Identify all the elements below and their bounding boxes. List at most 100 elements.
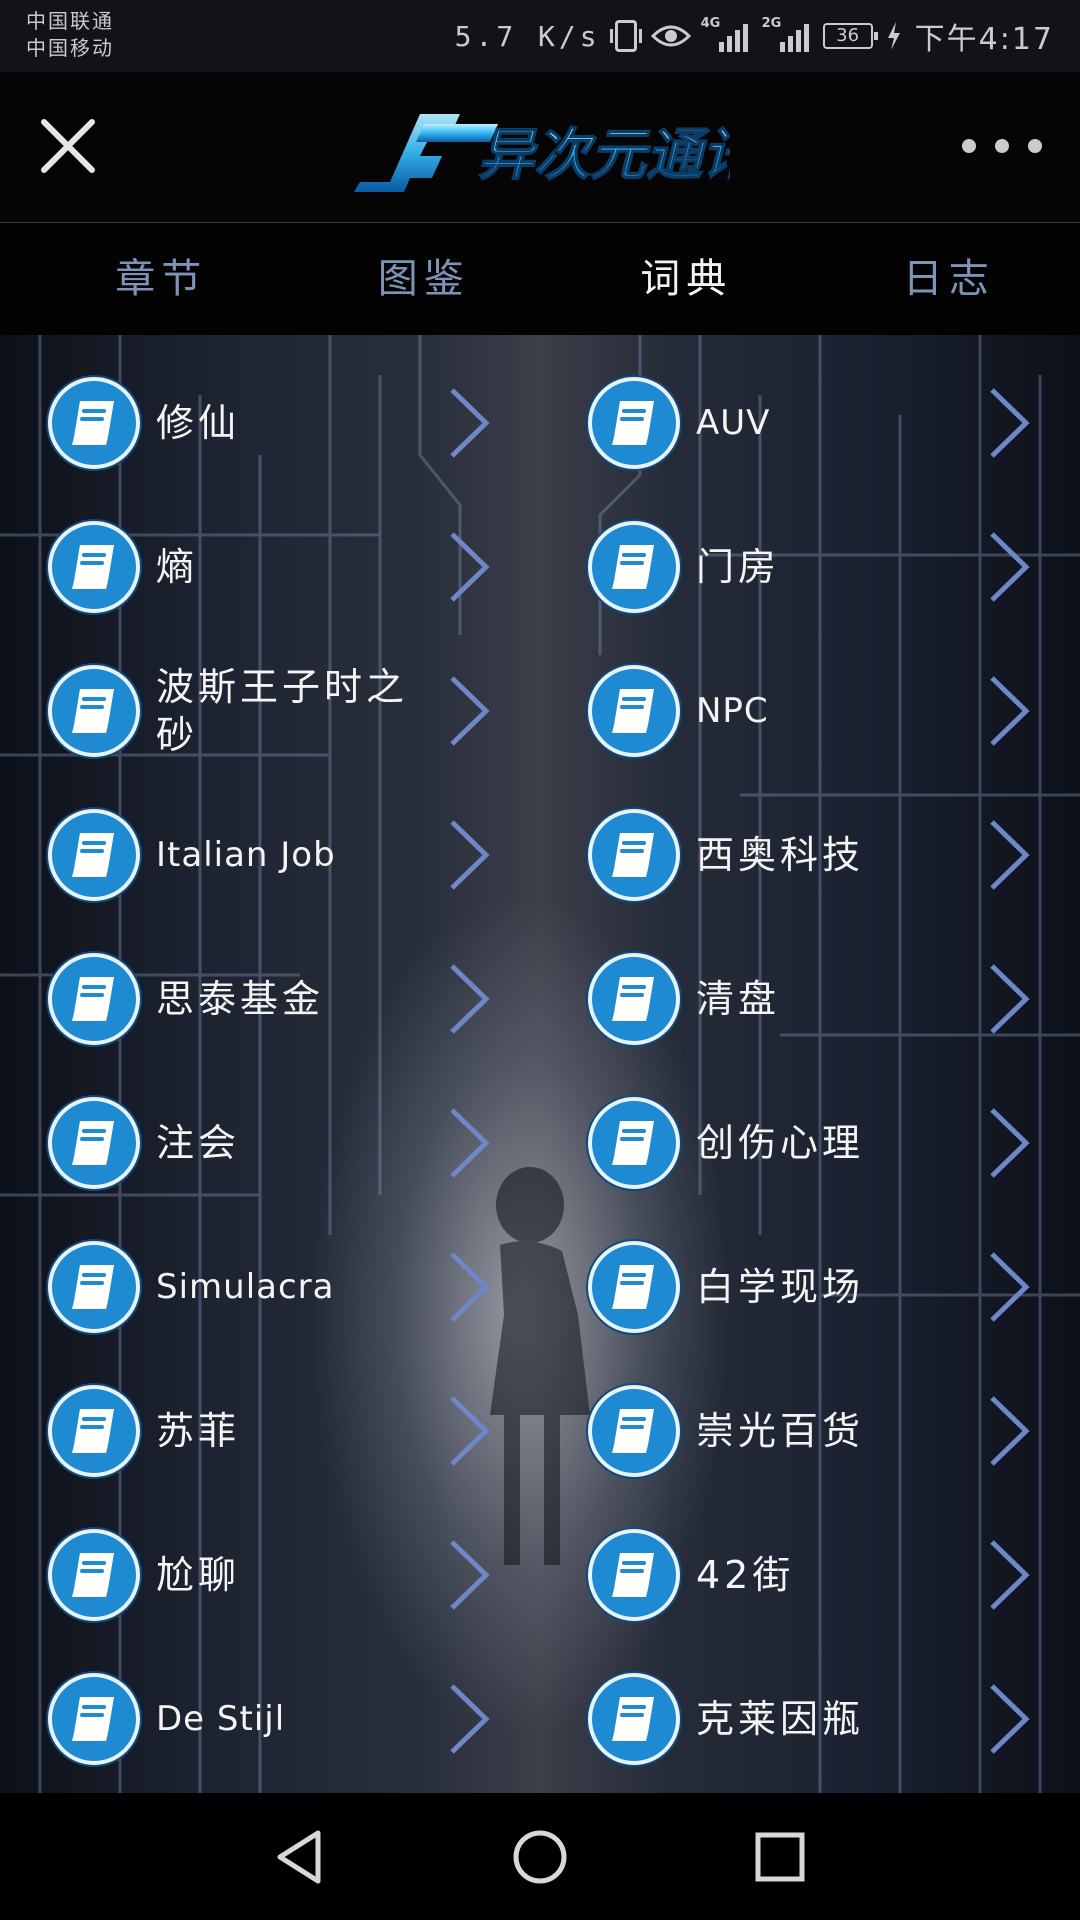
carrier-2: 中国移动 [26, 36, 114, 60]
chevron-right-icon [450, 532, 490, 602]
recents-icon[interactable] [748, 1825, 812, 1889]
back-icon[interactable] [268, 1825, 332, 1889]
book-icon [588, 521, 680, 613]
entry-label: 创伤心理 [696, 1121, 865, 1165]
tab-gallery[interactable]: 图鉴 [293, 223, 556, 335]
entry-label: NPC [696, 691, 769, 731]
entry-label: 苏菲 [156, 1409, 241, 1453]
book-icon [48, 1385, 140, 1477]
tab-dictionary[interactable]: 词典 [555, 223, 818, 335]
logo-text: 异次元通讯 [478, 123, 730, 188]
more-options-icon[interactable] [962, 130, 1042, 162]
entry-item[interactable]: 白学现场 [588, 1232, 1080, 1342]
chevron-right-icon [990, 820, 1030, 890]
chevron-right-icon [990, 1396, 1030, 1466]
carrier-info: 中国联通 中国移动 [26, 8, 114, 62]
entry-item[interactable]: 波斯王子时之砂 [48, 656, 548, 766]
book-icon [588, 1385, 680, 1477]
entry-label: 克莱因瓶 [696, 1697, 865, 1741]
book-icon [48, 1673, 140, 1765]
entry-label: 尬聊 [156, 1553, 241, 1597]
entry-item[interactable]: 创伤心理 [588, 1088, 1080, 1198]
chevron-right-icon [450, 676, 490, 746]
entry-item[interactable]: 42街 [588, 1520, 1080, 1630]
book-icon [48, 521, 140, 613]
entry-label: 西奥科技 [696, 833, 865, 877]
book-icon [48, 809, 140, 901]
book-icon [588, 665, 680, 757]
entry-item[interactable]: Simulacra [48, 1232, 548, 1342]
entry-label: 波斯王子时之砂 [156, 665, 409, 757]
status-bar: 中国联通 中国移动 5.7 K/s 4G 2G 36 下午4:17 [0, 0, 1080, 72]
entry-item[interactable]: NPC [588, 656, 1080, 766]
dictionary-list[interactable]: 修仙 熵 波斯王子时之砂 Italian Job 思泰基金 注会 Simulac… [0, 335, 1080, 1793]
book-icon [48, 377, 140, 469]
entry-item[interactable]: Italian Job [48, 800, 548, 910]
net-speed: 5.7 K/s [454, 19, 601, 53]
entry-label: 门房 [696, 545, 781, 589]
book-icon [48, 665, 140, 757]
entry-label: Simulacra [156, 1267, 335, 1307]
entry-label: 熵 [156, 545, 199, 589]
entry-label: Italian Job [156, 835, 336, 875]
clock: 下午4:17 [914, 22, 1054, 57]
entry-label: 思泰基金 [156, 977, 325, 1021]
entry-item[interactable]: 克莱因瓶 [588, 1664, 1080, 1774]
entry-item[interactable]: 熵 [48, 512, 548, 622]
book-icon [588, 809, 680, 901]
entry-item[interactable]: AUV [588, 368, 1080, 478]
chevron-right-icon [990, 964, 1030, 1034]
entry-item[interactable]: 门房 [588, 512, 1080, 622]
entry-label: 崇光百货 [696, 1409, 865, 1453]
chevron-right-icon [990, 532, 1030, 602]
entry-item[interactable]: 清盘 [588, 944, 1080, 1054]
chevron-right-icon [450, 1396, 490, 1466]
tab-bar: 章节 图鉴 词典 日志 [0, 223, 1080, 335]
entry-item[interactable]: 尬聊 [48, 1520, 548, 1630]
entry-item[interactable]: 苏菲 [48, 1376, 548, 1486]
battery-icon: 36 [822, 23, 878, 49]
chevron-right-icon [990, 1252, 1030, 1322]
chevron-right-icon [990, 1540, 1030, 1610]
chevron-right-icon [450, 820, 490, 890]
entry-item[interactable]: 西奥科技 [588, 800, 1080, 910]
entry-item[interactable]: 思泰基金 [48, 944, 548, 1054]
book-icon [588, 1097, 680, 1189]
status-icons: 5.7 K/s 4G 2G 36 下午4:17 [455, 14, 1054, 58]
system-nav-bar [0, 1793, 1080, 1920]
close-icon[interactable] [36, 114, 100, 178]
entry-label: De Stijl [156, 1699, 286, 1739]
book-icon [588, 377, 680, 469]
book-icon [48, 1529, 140, 1621]
eye-icon [650, 25, 691, 47]
chevron-right-icon [450, 388, 490, 458]
entry-item[interactable]: 注会 [48, 1088, 548, 1198]
chevron-right-icon [450, 1540, 490, 1610]
tab-chapters[interactable]: 章节 [0, 223, 293, 335]
chevron-right-icon [450, 964, 490, 1034]
entry-item[interactable]: 崇光百货 [588, 1376, 1080, 1486]
book-icon [588, 953, 680, 1045]
entry-label: 注会 [156, 1121, 241, 1165]
entry-label: AUV [696, 403, 771, 443]
chevron-right-icon [990, 676, 1030, 746]
book-icon [48, 1241, 140, 1333]
chevron-right-icon [990, 1684, 1030, 1754]
carrier-1: 中国联通 [26, 9, 114, 33]
signal-icon-2: 2G [762, 16, 809, 52]
chevron-right-icon [450, 1252, 490, 1322]
tab-log[interactable]: 日志 [818, 223, 1080, 335]
chevron-right-icon [990, 388, 1030, 458]
entry-label: 清盘 [696, 977, 781, 1021]
app-logo: 异次元通讯 [354, 114, 730, 192]
home-icon[interactable] [508, 1825, 572, 1889]
entry-label: 修仙 [156, 401, 241, 445]
chevron-right-icon [990, 1108, 1030, 1178]
entry-item[interactable]: 修仙 [48, 368, 548, 478]
entry-label: 42街 [696, 1553, 795, 1597]
vibrate-icon [609, 20, 642, 52]
chevron-right-icon [450, 1108, 490, 1178]
book-icon [48, 953, 140, 1045]
entry-item[interactable]: De Stijl [48, 1664, 548, 1774]
signal-icon-1: 4G [701, 16, 748, 52]
